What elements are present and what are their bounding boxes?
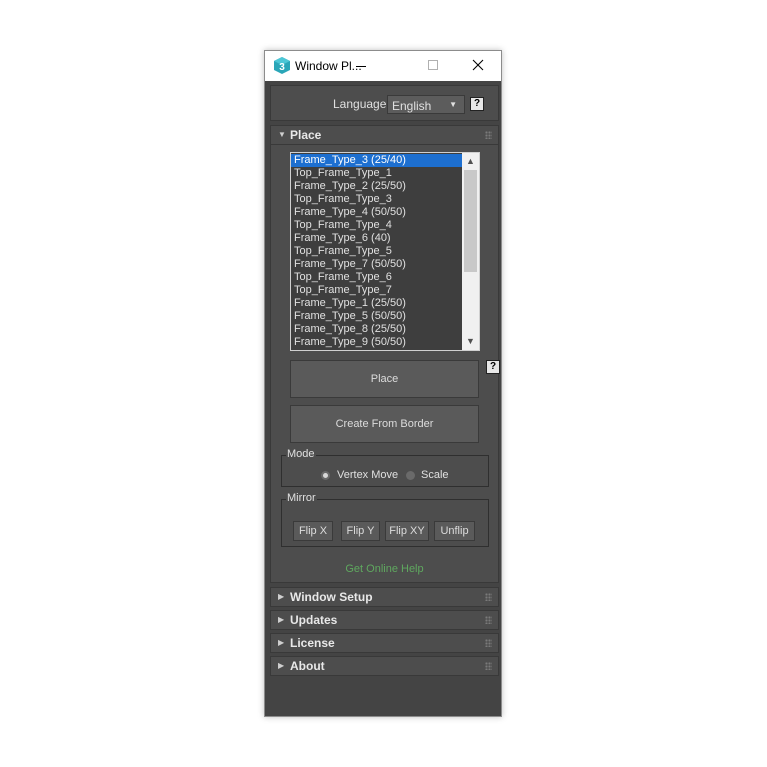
vertex-move-label[interactable]: Vertex Move <box>337 469 398 481</box>
language-help-button[interactable]: ? <box>470 97 484 111</box>
list-item[interactable]: Top_Frame_Type_1 <box>291 167 463 180</box>
list-item[interactable]: Frame_Type_5 (50/50) <box>291 310 463 323</box>
chevron-down-icon: ▼ <box>449 100 457 109</box>
list-item[interactable]: Top_Frame_Type_3 <box>291 193 463 206</box>
list-item[interactable]: Top_Frame_Type_4 <box>291 219 463 232</box>
scroll-up-icon[interactable]: ▲ <box>462 153 479 170</box>
collapsed-arrow-icon: ▶ <box>278 661 285 670</box>
scale-radio[interactable] <box>406 471 415 480</box>
maximize-button[interactable] <box>413 51 453 81</box>
rollout-header-about[interactable]: ▶ About <box>270 656 499 676</box>
list-item[interactable]: Frame_Type_2 (25/50) <box>291 180 463 193</box>
expanded-arrow-icon: ▼ <box>278 130 286 139</box>
list-item[interactable]: Frame_Type_7 (50/50) <box>291 258 463 271</box>
list-item[interactable]: Top_Frame_Type_5 <box>291 245 463 258</box>
frame-type-list[interactable]: Frame_Type_3 (25/40) Top_Frame_Type_1 Fram… <box>290 152 480 351</box>
scroll-thumb[interactable] <box>464 170 477 272</box>
rollout-title-window-setup: Window Setup <box>290 590 373 604</box>
grip-icon[interactable] <box>485 131 492 139</box>
language-value: English <box>392 99 432 113</box>
close-icon <box>472 59 484 71</box>
unflip-button[interactable]: Unflip <box>434 521 475 541</box>
grip-icon[interactable] <box>485 662 492 670</box>
rollout-header-place[interactable]: ▼ Place <box>270 125 499 145</box>
flip-xy-button[interactable]: Flip XY <box>385 521 429 541</box>
minimize-button[interactable] <box>342 51 382 81</box>
get-online-help-link[interactable]: Get Online Help <box>271 563 498 575</box>
create-from-border-button[interactable]: Create From Border <box>290 405 479 443</box>
app-icon-letter: 3 <box>279 62 285 73</box>
list-item[interactable]: Frame_Type_6 (40) <box>291 232 463 245</box>
list-item[interactable]: Top_Frame_Type_6 <box>291 271 463 284</box>
language-label: Language: <box>333 97 390 111</box>
script-window: 3 Window Pl... Language: English ▼ ? ▼ P… <box>264 50 502 717</box>
flip-x-button[interactable]: Flip X <box>293 521 333 541</box>
list-item[interactable]: Frame_Type_9 (50/50) <box>291 336 463 349</box>
scale-label[interactable]: Scale <box>421 469 449 481</box>
rollout-header-license[interactable]: ▶ License <box>270 633 499 653</box>
collapsed-arrow-icon: ▶ <box>278 638 285 647</box>
title-bar[interactable]: 3 Window Pl... <box>265 51 501 81</box>
rollout-title-place: Place <box>290 128 322 142</box>
place-button[interactable]: Place <box>290 360 479 398</box>
language-dropdown[interactable]: English ▼ <box>387 95 465 114</box>
rollout-title-about: About <box>290 659 325 673</box>
close-button[interactable] <box>458 51 498 81</box>
vertex-move-radio[interactable] <box>321 471 330 480</box>
3ds-max-app-icon: 3 <box>274 57 290 74</box>
flip-y-button[interactable]: Flip Y <box>341 521 380 541</box>
list-item[interactable]: Frame_Type_1 (25/50) <box>291 297 463 310</box>
rollout-header-window-setup[interactable]: ▶ Window Setup <box>270 587 499 607</box>
list-item[interactable]: Frame_Type_8 (25/50) <box>291 323 463 336</box>
place-help-button[interactable]: ? <box>486 360 500 374</box>
mode-group: Mode Vertex Move Scale <box>281 448 489 487</box>
list-item[interactable]: Frame_Type_3 (25/40) <box>291 154 463 167</box>
rollout-title-updates: Updates <box>290 613 338 627</box>
list-item[interactable]: Top_Frame_Type_7 <box>291 284 463 297</box>
frame-type-items: Frame_Type_3 (25/40) Top_Frame_Type_1 Fram… <box>291 154 463 349</box>
mode-group-label: Mode <box>286 448 316 460</box>
collapsed-arrow-icon: ▶ <box>278 615 285 624</box>
grip-icon[interactable] <box>485 593 492 601</box>
mirror-group: Mirror Flip X Flip Y Flip XY Unflip <box>281 492 489 547</box>
list-item[interactable]: Frame_Type_4 (50/50) <box>291 206 463 219</box>
grip-icon[interactable] <box>485 616 492 624</box>
language-panel: Language: English ▼ ? <box>270 85 499 121</box>
collapsed-arrow-icon: ▶ <box>278 592 285 601</box>
rollout-title-license: License <box>290 636 335 650</box>
grip-icon[interactable] <box>485 639 492 647</box>
place-rollout-body: Frame_Type_3 (25/40) Top_Frame_Type_1 Fram… <box>270 145 500 583</box>
list-scrollbar[interactable]: ▲ ▼ <box>462 153 479 350</box>
rollout-header-updates[interactable]: ▶ Updates <box>270 610 499 630</box>
mirror-group-label: Mirror <box>286 492 317 504</box>
scroll-down-icon[interactable]: ▼ <box>462 333 479 350</box>
